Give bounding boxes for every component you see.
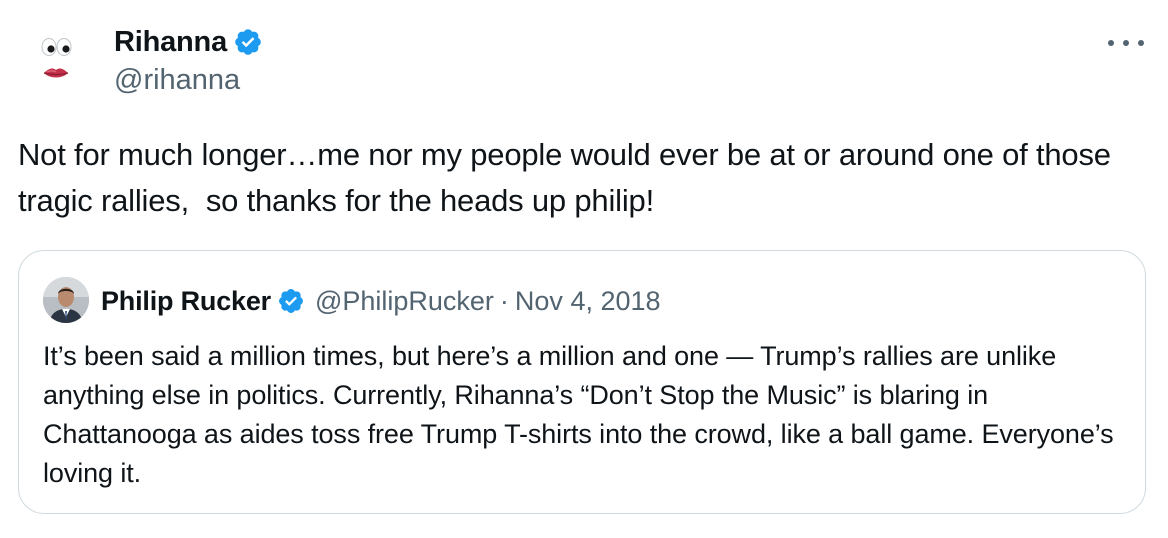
quoted-date[interactable]: Nov 4, 2018 xyxy=(515,286,661,317)
more-horizontal-icon-dot xyxy=(1123,40,1129,46)
person-avatar-icon xyxy=(43,277,89,323)
author-name-row: Rihanna xyxy=(114,24,263,60)
author-avatar[interactable] xyxy=(18,24,94,100)
tweet-card: Rihanna @rihanna Not for much longer…me … xyxy=(0,0,1168,538)
more-horizontal-icon-dot xyxy=(1108,40,1114,46)
quoted-display-name[interactable]: Philip Rucker xyxy=(101,286,271,317)
quoted-tweet-text: It’s been said a million times, but here… xyxy=(43,341,1114,488)
quoted-author-avatar[interactable] xyxy=(43,277,89,323)
quoted-header: Philip Rucker @PhilipRucker · Nov 4, 201… xyxy=(101,283,661,319)
verified-badge-icon[interactable] xyxy=(277,287,305,315)
quoted-tweet[interactable]: Philip Rucker @PhilipRucker · Nov 4, 201… xyxy=(18,250,1146,514)
more-horizontal-icon-dot xyxy=(1138,40,1144,46)
author-display-name[interactable]: Rihanna xyxy=(114,26,227,59)
eyes-lips-avatar-icon xyxy=(41,38,72,78)
quoted-handle[interactable]: @PhilipRucker xyxy=(315,286,494,317)
header-separator: · xyxy=(499,285,509,316)
tweet-text: Not for much longer…me nor my people wou… xyxy=(18,137,1120,218)
more-options-button[interactable] xyxy=(1108,36,1144,50)
author-handle[interactable]: @rihanna xyxy=(114,64,240,97)
verified-badge-icon[interactable] xyxy=(233,27,263,57)
